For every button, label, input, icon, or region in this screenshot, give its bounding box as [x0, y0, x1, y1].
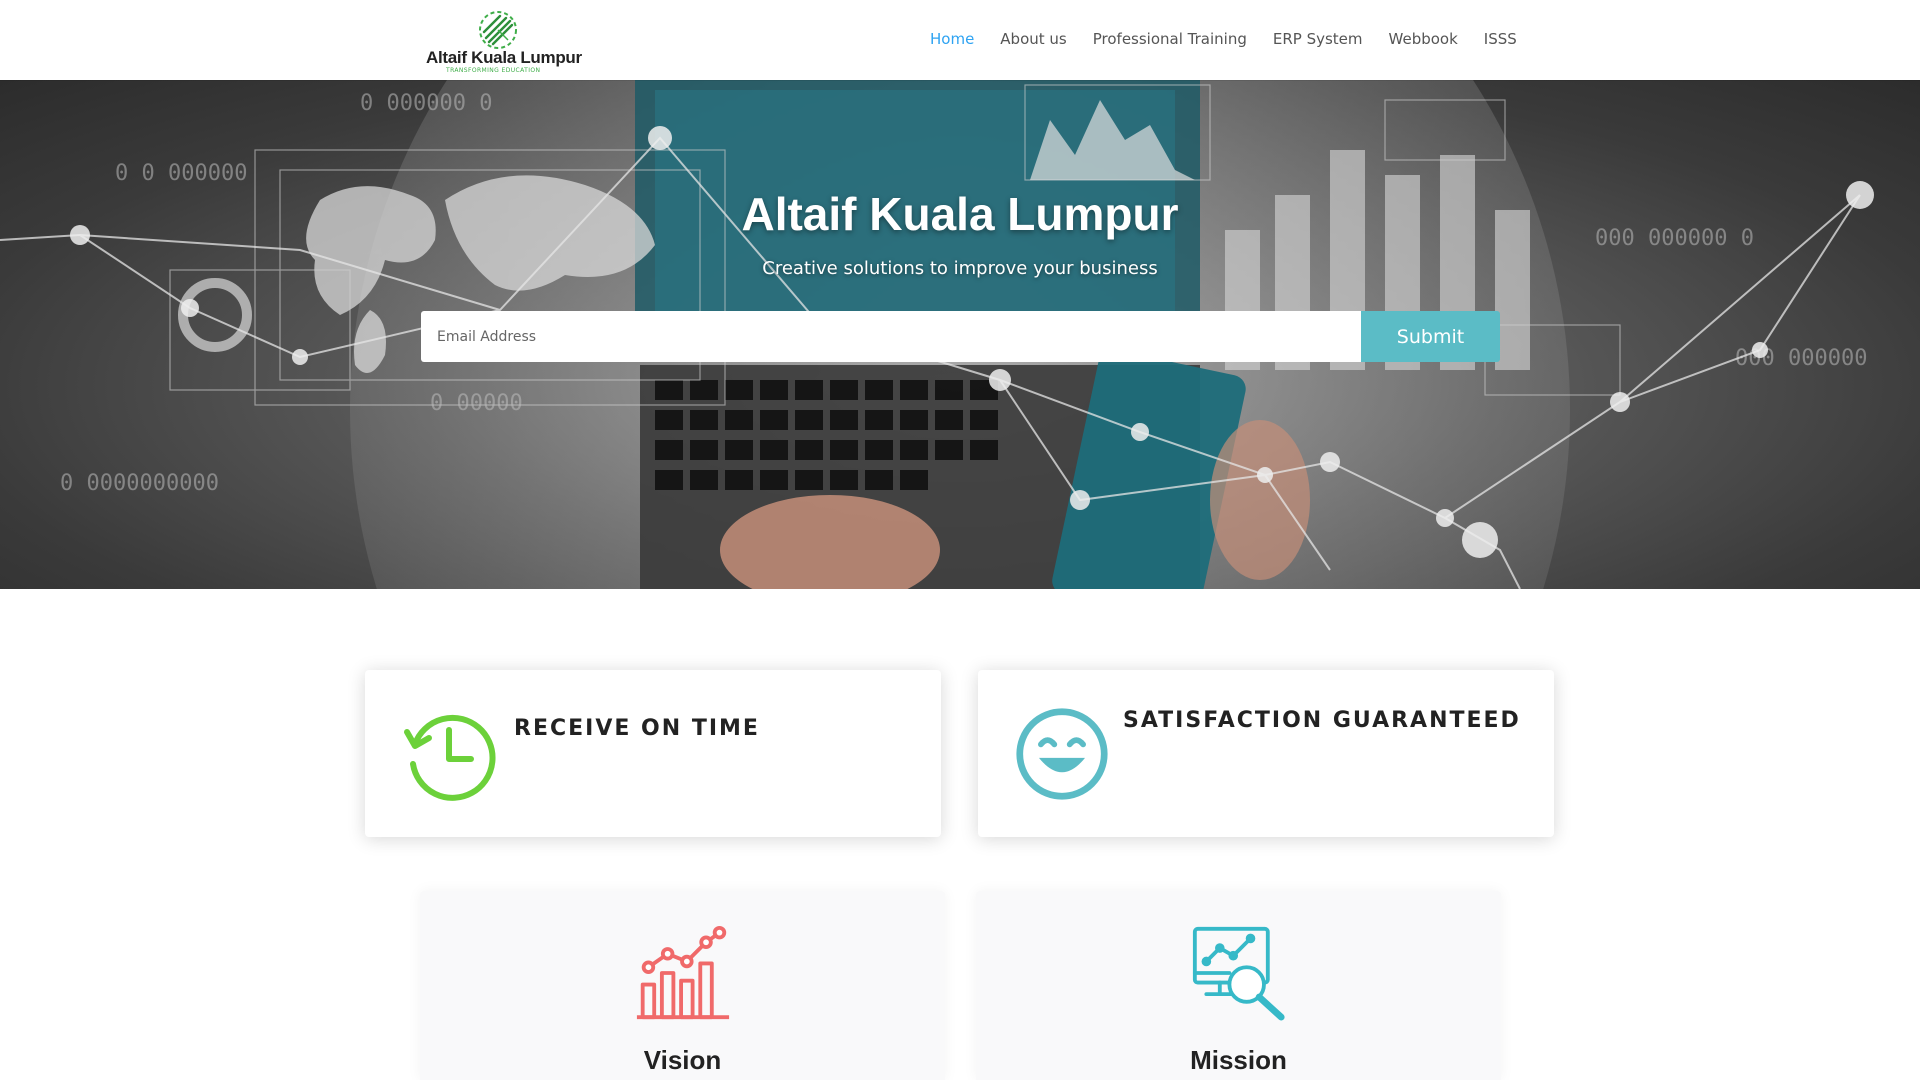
- nav-professional-training[interactable]: Professional Training: [1093, 30, 1247, 48]
- site-header: Altaif Kuala Lumpur TRANSFORMING EDUCATI…: [0, 0, 1920, 80]
- submit-button[interactable]: Submit: [1361, 311, 1500, 362]
- nav-home[interactable]: Home: [930, 30, 974, 48]
- svg-text:0 0 000000: 0 0 000000: [115, 161, 247, 186]
- logo-mark-icon: [479, 11, 517, 49]
- vision-card: Vision: [420, 891, 945, 1080]
- nav-about-us[interactable]: About us: [1000, 30, 1066, 48]
- email-input[interactable]: [421, 311, 1361, 362]
- mission-card: Mission: [976, 891, 1501, 1080]
- site-logo[interactable]: Altaif Kuala Lumpur TRANSFORMING EDUCATI…: [424, 6, 582, 74]
- svg-text:0 00000: 0 00000: [430, 391, 523, 416]
- main-nav: Home About us Professional Training ERP …: [930, 30, 1517, 48]
- logo-tagline: TRANSFORMING EDUCATION: [446, 67, 541, 74]
- feature-title: SATISFACTION GUARANTEED: [1123, 708, 1521, 733]
- hero-subtitle: Creative solutions to improve your busin…: [762, 258, 1158, 279]
- hero-section: 0 0 000000 0 000000 0 000 000000 0 000 0…: [0, 80, 1920, 589]
- smiley-face-icon: [1016, 708, 1108, 800]
- clock-history-icon: [404, 714, 496, 801]
- nav-erp-system[interactable]: ERP System: [1273, 30, 1363, 48]
- feature-title: RECEIVE ON TIME: [514, 716, 760, 741]
- mission-title: Mission: [1190, 1045, 1287, 1075]
- svg-text:0 0000000000: 0 0000000000: [60, 471, 219, 496]
- growth-chart-icon: [636, 925, 729, 1020]
- hero-title: Altaif Kuala Lumpur: [741, 187, 1179, 240]
- feature-card-receive-on-time: RECEIVE ON TIME: [365, 670, 941, 837]
- monitor-search-icon: [1192, 926, 1285, 1021]
- nav-isss[interactable]: ISSS: [1484, 30, 1517, 48]
- svg-text:0 000000 0: 0 000000 0: [360, 91, 492, 116]
- feature-card-satisfaction-guaranteed: SATISFACTION GUARANTEED: [978, 670, 1554, 837]
- logo-wordmark: Altaif Kuala Lumpur: [426, 48, 582, 67]
- nav-webbook[interactable]: Webbook: [1389, 30, 1458, 48]
- vision-title: Vision: [643, 1045, 722, 1075]
